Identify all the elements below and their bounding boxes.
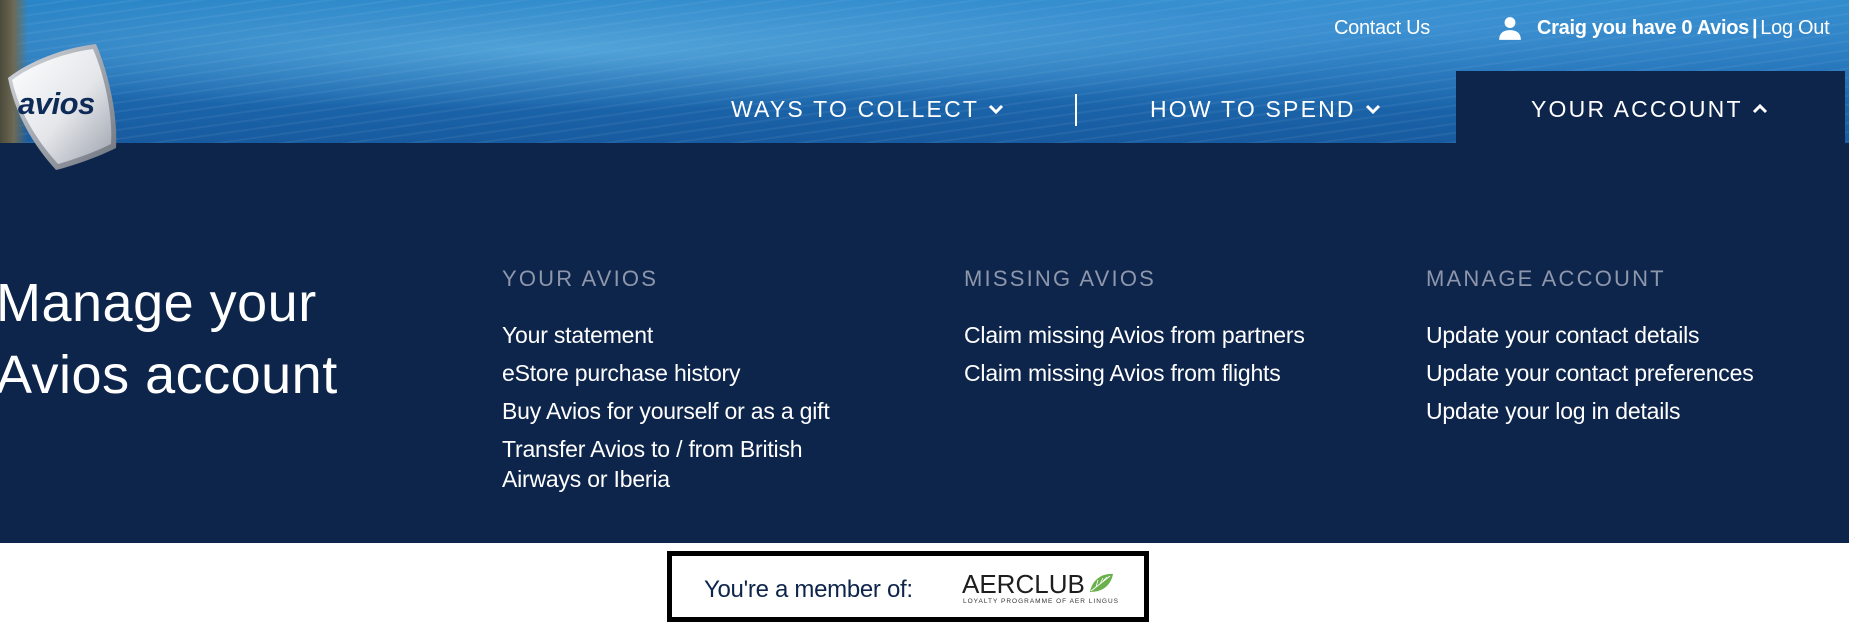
list-item: Buy Avios for yourself or as a gift: [502, 396, 882, 426]
link-list: Your statement eStore purchase history B…: [502, 320, 882, 494]
leaf-icon: [1090, 573, 1113, 592]
transfer-avios-link[interactable]: Transfer Avios to / from British Airways…: [502, 434, 882, 494]
account-separator: |: [1752, 16, 1758, 39]
mega-menu-title: Manage your Avios account: [0, 267, 396, 411]
membership-label: You're a member of:: [704, 576, 913, 603]
logo-wordmark: avios: [18, 86, 95, 121]
link-list: Update your contact details Update your …: [1426, 320, 1846, 426]
column-heading: YOUR AVIOS: [502, 266, 659, 291]
chevron-up-icon: [1752, 103, 1767, 114]
claim-partners-link[interactable]: Claim missing Avios from partners: [964, 320, 1305, 350]
contact-us-link[interactable]: Contact Us: [1334, 13, 1430, 43]
list-item: Update your contact details: [1426, 320, 1846, 350]
buy-avios-link[interactable]: Buy Avios for yourself or as a gift: [502, 396, 830, 426]
list-item: Claim missing Avios from partners: [964, 320, 1384, 350]
list-item: Transfer Avios to / from British Airways…: [502, 434, 882, 494]
account-mega-menu: Manage your Avios account YOUR AVIOS You…: [0, 143, 1849, 543]
nav-your-account-label: YOUR ACCOUNT: [1531, 95, 1743, 122]
nav-how-to-spend-label: HOW TO SPEND: [1150, 95, 1356, 122]
chevron-down-icon: [989, 104, 1004, 115]
estore-history-link[interactable]: eStore purchase history: [502, 358, 741, 388]
your-statement-link[interactable]: Your statement: [502, 320, 653, 350]
nav-how-to-spend[interactable]: HOW TO SPEND: [1150, 92, 1382, 126]
nav-ways-to-collect-label: WAYS TO COLLECT: [731, 95, 980, 122]
column-heading: MANAGE ACCOUNT: [1426, 266, 1666, 291]
logout-link[interactable]: Log Out: [1760, 17, 1829, 40]
avios-logo[interactable]: avios: [0, 44, 122, 170]
list-item: Update your log in details: [1426, 396, 1846, 426]
aerclub-logo: AERCLUB LOYALTY PROGRAMME OF AER LINGUS: [962, 570, 1122, 608]
avios-balance-text: Craig you have 0 Avios: [1537, 16, 1749, 39]
chevron-down-icon: [1365, 104, 1380, 115]
menu-column-your-avios: YOUR AVIOS Your statement eStore purchas…: [502, 266, 882, 502]
account-status: Craig you have 0 Avios | Log Out: [1497, 13, 1830, 43]
mega-menu-title-line-2: Avios account: [0, 345, 338, 405]
list-item: Your statement: [502, 320, 882, 350]
mega-menu-title-line-1: Manage your: [0, 273, 317, 333]
update-contact-preferences-link[interactable]: Update your contact preferences: [1426, 358, 1754, 388]
nav-divider: [1075, 94, 1077, 126]
list-item: Claim missing Avios from flights: [964, 358, 1384, 388]
aerclub-tagline: LOYALTY PROGRAMME OF AER LINGUS: [963, 598, 1119, 605]
list-item: eStore purchase history: [502, 358, 882, 388]
update-contact-details-link[interactable]: Update your contact details: [1426, 320, 1700, 350]
menu-column-manage-account: MANAGE ACCOUNT Update your contact detai…: [1426, 266, 1846, 434]
membership-badge: You're a member of: AERCLUB LOYALTY PROG…: [667, 551, 1149, 622]
link-list: Claim missing Avios from partners Claim …: [964, 320, 1384, 388]
site-header: Contact Us Craig you have 0 Avios | Log …: [0, 0, 1849, 143]
nav-your-account[interactable]: YOUR ACCOUNT: [1531, 92, 1769, 126]
aerclub-wordmark: AERCLUB: [962, 569, 1085, 599]
list-item: Update your contact preferences: [1426, 358, 1846, 388]
claim-flights-link[interactable]: Claim missing Avios from flights: [964, 358, 1281, 388]
column-heading: MISSING AVIOS: [964, 266, 1157, 291]
update-login-details-link[interactable]: Update your log in details: [1426, 396, 1681, 426]
nav-ways-to-collect[interactable]: WAYS TO COLLECT: [731, 92, 1005, 126]
menu-column-missing-avios: MISSING AVIOS Claim missing Avios from p…: [964, 266, 1384, 396]
user-icon: [1499, 17, 1521, 40]
